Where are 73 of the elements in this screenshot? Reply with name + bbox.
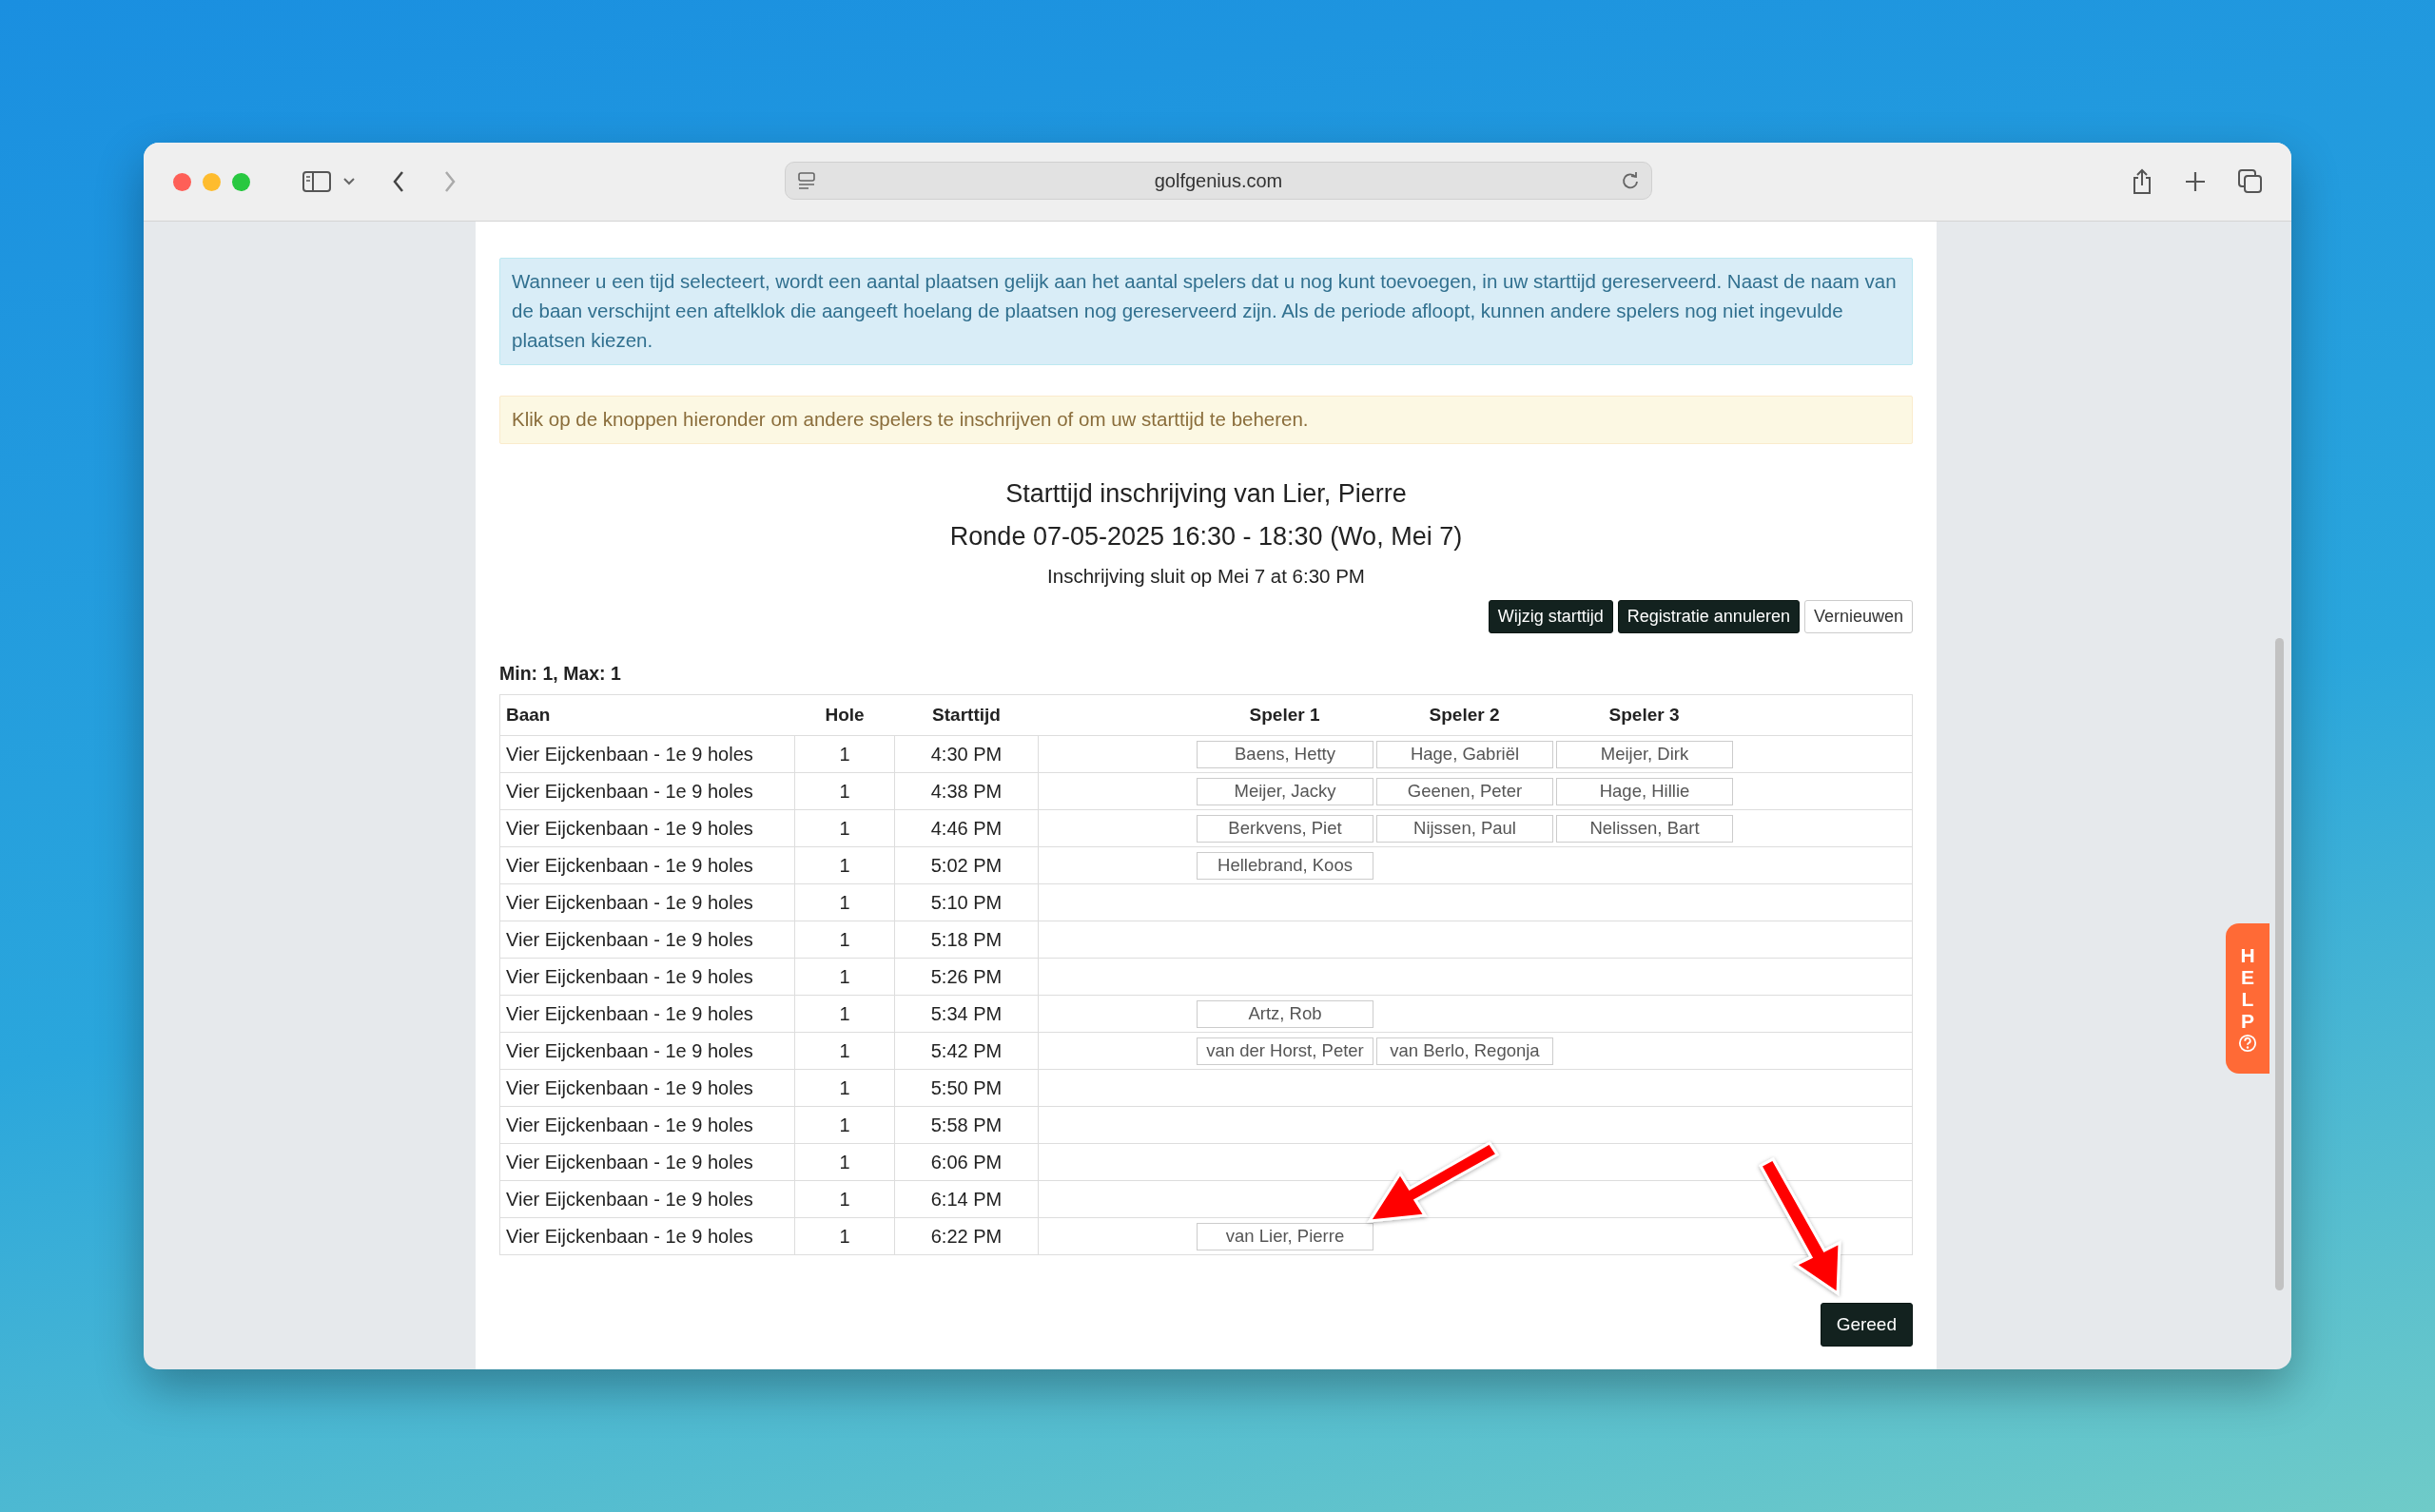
table-cell: 1: [794, 921, 895, 959]
table-cell: 1: [794, 1032, 895, 1070]
player-name: Hage, Gabriël: [1376, 740, 1553, 768]
info-message: Wanneer u een tijd selecteert, wordt een aantal plaatsen gelijk aan het aantal spelers dat u nog kunt toevoegen, in uw starttijd gereserveerd. Naast de naam van de baan verschijnt een aftelklok die aangeeft hoelang de plaatsen nog gereserveerd zijn. Als de periode afloopt, kunnen andere spelers nog niet ingevulde plaatsen kiezen.: [499, 258, 1913, 365]
player-name: Artz, Rob: [1197, 999, 1373, 1028]
table-cell: Vier Eijckenbaan - 1e 9 holes: [499, 883, 795, 921]
table-cell: 6:22 PM: [894, 1217, 1039, 1255]
column-header: Hole: [794, 694, 895, 736]
player-name: van der Horst, Peter: [1197, 1037, 1373, 1065]
table-cell: Vier Eijckenbaan - 1e 9 holes: [499, 1069, 795, 1107]
table-cell: 1: [794, 809, 895, 847]
notice-message: Klik op de knoppen hieronder om andere spelers te inschrijven of om uw starttijd te beheren.: [499, 396, 1913, 444]
table-cell: 4:46 PM: [894, 809, 1039, 847]
table-cell: Vier Eijckenbaan - 1e 9 holes: [499, 995, 795, 1033]
table-cell: Vier Eijckenbaan - 1e 9 holes: [499, 1217, 795, 1255]
table-cell: 5:02 PM: [894, 846, 1039, 884]
table-cell: Vier Eijckenbaan - 1e 9 holes: [499, 921, 795, 959]
closing-time: Inschrijving sluit op Mei 7 at 6:30 PM: [1046, 564, 1366, 589]
table-cell: 5:18 PM: [894, 921, 1039, 959]
table-cell: Vier Eijckenbaan - 1e 9 holes: [499, 1143, 795, 1181]
table-cell: 5:26 PM: [894, 958, 1039, 996]
table-cell: Vier Eijckenbaan - 1e 9 holes: [499, 809, 795, 847]
table-cell: 4:30 PM: [894, 735, 1039, 773]
table-cell: 1: [794, 958, 895, 996]
table-cell: 6:06 PM: [894, 1143, 1039, 1181]
table-cell: 1: [794, 1180, 895, 1218]
table-cell: 1: [794, 846, 895, 884]
column-header: Speler 2: [1428, 705, 1501, 726]
table-cell: 1: [794, 735, 895, 773]
table-cell: Vier Eijckenbaan - 1e 9 holes: [499, 846, 795, 884]
table-cell: Vier Eijckenbaan - 1e 9 holes: [499, 1106, 795, 1144]
player-name: Nelissen, Bart: [1556, 814, 1733, 843]
page-title: Starttijd inschrijving van Lier, Pierre: [1004, 478, 1408, 510]
column-header: Speler 1: [1248, 705, 1321, 726]
table-cell: 1: [794, 1217, 895, 1255]
table-cell: 6:14 PM: [894, 1180, 1039, 1218]
table-cell: 1: [794, 883, 895, 921]
table-cell: Vier Eijckenbaan - 1e 9 holes: [499, 958, 795, 996]
table-cell: 1: [794, 1069, 895, 1107]
action-button[interactable]: Wijzig starttijd: [1488, 600, 1613, 633]
column-header: Starttijd: [894, 694, 1039, 736]
action-button[interactable]: Registratie annuleren: [1617, 600, 1800, 633]
limits-label: Min: 1, Max: 1: [499, 662, 622, 685]
round-title: Ronde 07-05-2025 16:30 - 18:30 (Wo, Mei 7): [948, 521, 1464, 552]
player-name: Hellebrand, Koos: [1197, 851, 1373, 880]
table-cell: 5:50 PM: [894, 1069, 1039, 1107]
player-name: Nijssen, Paul: [1376, 814, 1553, 843]
table-cell: Vier Eijckenbaan - 1e 9 holes: [499, 772, 795, 810]
player-name: Hage, Hillie: [1556, 777, 1733, 805]
action-button[interactable]: Vernieuwen: [1803, 600, 1913, 633]
player-name: Baens, Hetty: [1197, 740, 1373, 768]
table-cell: Vier Eijckenbaan - 1e 9 holes: [499, 1032, 795, 1070]
table-cell: 1: [794, 772, 895, 810]
column-header: Baan: [499, 694, 795, 736]
player-name: van Berlo, Regonja: [1376, 1037, 1553, 1065]
table-cell: 1: [794, 1106, 895, 1144]
address-bar[interactable]: golfgenius.com: [785, 162, 1652, 200]
table-cell: 5:34 PM: [894, 995, 1039, 1033]
table-cell: 5:10 PM: [894, 883, 1039, 921]
table-cell: 4:38 PM: [894, 772, 1039, 810]
table-cell: 5:58 PM: [894, 1106, 1039, 1144]
table-cell: Vier Eijckenbaan - 1e 9 holes: [499, 735, 795, 773]
player-name: Berkvens, Piet: [1197, 814, 1373, 843]
player-name: Meijer, Jacky: [1197, 777, 1373, 805]
player-name: Meijer, Dirk: [1556, 740, 1733, 768]
done-button[interactable]: Gereed: [1820, 1303, 1913, 1347]
column-header: Speler 3: [1607, 705, 1681, 726]
player-name: van Lier, Pierre: [1197, 1222, 1373, 1250]
table-cell: 1: [794, 1143, 895, 1181]
table-cell: 5:42 PM: [894, 1032, 1039, 1070]
table-cell: 1: [794, 995, 895, 1033]
table-cell: Vier Eijckenbaan - 1e 9 holes: [499, 1180, 795, 1218]
player-name: Geenen, Peter: [1376, 777, 1553, 805]
